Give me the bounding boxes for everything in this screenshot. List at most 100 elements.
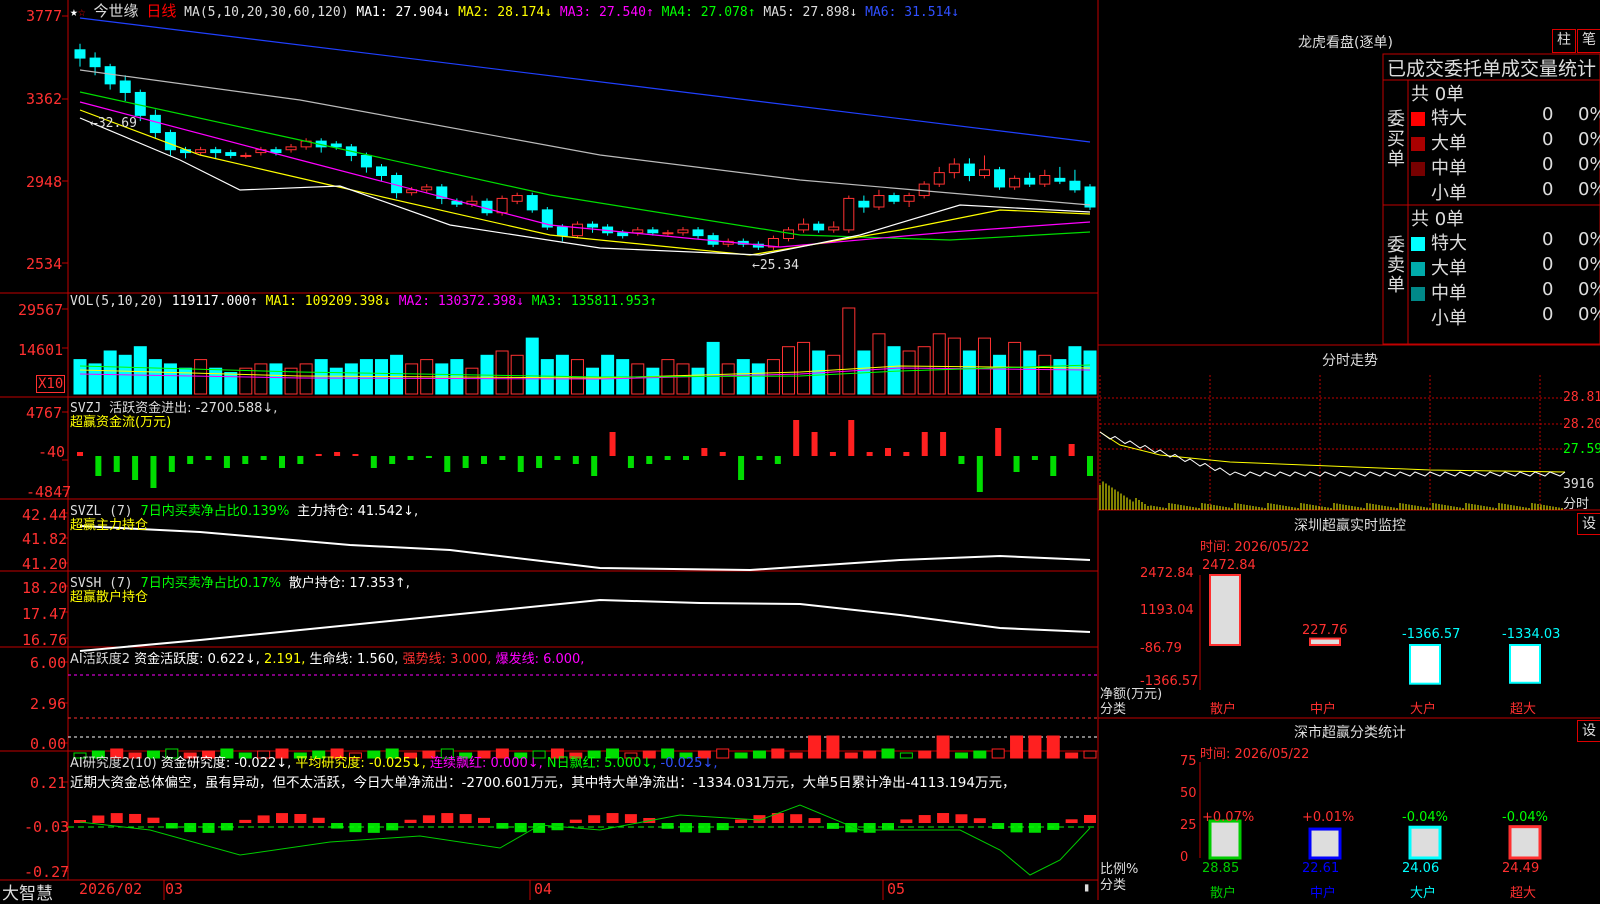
color-swatch-icon (1411, 237, 1425, 251)
research-bar (863, 823, 876, 833)
ma5-line (79, 69, 1091, 206)
sell_rows-row: 特大 (1411, 229, 1467, 255)
flow-bar (132, 456, 139, 480)
row-value: 0 (1542, 254, 1554, 275)
volume-bar (782, 346, 796, 395)
volume-bar (962, 350, 976, 395)
flow-bar (279, 456, 285, 468)
ai2-summary: 近期大资金总体偏空，虽有异动，但不太活跃，今日大单净流出：-2700.601万元… (70, 775, 1016, 791)
volume-bar (797, 341, 811, 395)
ai1-header: AI活跃度2 资金活跃度: 0.622↓, 2.191, 生命线: 1.560,… (70, 648, 584, 667)
volume-bar (540, 359, 554, 395)
flow-bar (756, 456, 763, 460)
volume-bar (1038, 354, 1052, 395)
flow-bar (554, 456, 561, 460)
ma6-value: MA6: 31.514↓ (865, 5, 960, 20)
sz-class-axis-label: 25 (1180, 818, 1197, 833)
color-swatch-icon (1411, 112, 1425, 126)
svzj-axis-top: 4767 (26, 404, 63, 422)
sz-monitor-settings-button[interactable]: 设 (1577, 513, 1600, 535)
flow-bar (885, 448, 891, 456)
row-value: 0 (1542, 104, 1554, 125)
svzl-axis-bot: 41.20 (22, 555, 68, 573)
sz-class-value-label: 22.61 (1302, 861, 1340, 876)
sz-monitor-bar (1409, 644, 1441, 685)
vol-ma1: MA1: 109209.398↓ (265, 294, 391, 309)
sz-class-settings-button[interactable]: 设 (1577, 720, 1600, 742)
stock-name[interactable]: 今世缘 (93, 2, 138, 20)
flow-bar (609, 432, 616, 456)
flow-bar (646, 456, 653, 464)
research-bar (1065, 819, 1078, 823)
intraday-unit: 分时 (1563, 497, 1590, 512)
intraday-axis-mid: 28.20 (1563, 417, 1600, 432)
flow-bar (793, 420, 800, 456)
candle-body (994, 169, 1006, 188)
activity-bar (863, 750, 877, 759)
svsh-line2: 超赢散户持仓 (70, 590, 149, 605)
flow-bar (1013, 456, 1020, 472)
research-bar (110, 813, 123, 823)
research-bar (349, 823, 362, 833)
svsh-t2: 散户持仓: 17.353↑, (288, 576, 410, 591)
trade-toggle-button[interactable]: 笔 (1577, 29, 1600, 53)
brand-label[interactable]: 大智慧 (2, 879, 53, 904)
flow-bar (462, 456, 469, 468)
volume-bar (405, 363, 419, 395)
research-bar (257, 815, 270, 823)
ma1-value: MA1: 27.904↓ (356, 5, 451, 20)
flow-bar (940, 432, 947, 456)
sell_rows-row: 小单 (1411, 304, 1467, 330)
candle-body (692, 229, 704, 237)
candle-body (119, 80, 131, 93)
bar-toggle-button[interactable]: 柱 (1552, 29, 1576, 53)
volume-bar (179, 367, 193, 395)
candle-body (662, 232, 674, 235)
flow-bar (370, 456, 377, 468)
candle-body (240, 154, 252, 157)
research-bar (569, 819, 582, 823)
activity-bar (954, 752, 968, 759)
research-bar (202, 823, 215, 833)
volume-bar (751, 363, 765, 395)
volume-bar (706, 341, 720, 395)
candle-body (556, 226, 568, 237)
svzl-t1: 7日内买卖净占比0.139% (140, 504, 290, 519)
price-high-annot: ←32.69 (90, 116, 137, 131)
ma4-line (79, 91, 1091, 241)
flow-bar (499, 456, 506, 460)
flow-bar (223, 456, 230, 468)
row-percent: 0% (1578, 104, 1600, 125)
research-bar (808, 818, 821, 823)
sz-monitor-axis-label: -86.79 (1140, 641, 1182, 656)
candle-body (828, 226, 840, 231)
activity-bar (826, 735, 840, 759)
research-bar (331, 823, 344, 829)
activity-bar (716, 748, 730, 759)
lock-icon[interactable]: ▮ (1083, 880, 1090, 894)
buy-total: 共 0单 (1411, 84, 1465, 105)
flow-bar (352, 454, 359, 456)
volume-bar (525, 337, 539, 395)
sz-monitor-cat-label: 分类 (1100, 702, 1127, 717)
ai2-axis-top: 0.21 (30, 774, 67, 792)
candle-body (933, 172, 945, 185)
price-low-annot: ←25.34 (752, 258, 799, 273)
research-bar (478, 817, 490, 823)
ai1-axis-top: 6.00 (30, 654, 67, 672)
flow-bar (1050, 456, 1057, 476)
period-label[interactable]: 日线 (146, 2, 176, 20)
vol-value: 119117.000↑ (171, 294, 258, 309)
candle-body (587, 223, 599, 228)
flow-bar (517, 456, 524, 472)
sz-class-cat-label: 分类 (1100, 878, 1127, 893)
svzj-line2: 超赢资金流(万元) (70, 415, 172, 430)
candle-body (421, 186, 433, 191)
volume-bar (586, 367, 600, 395)
sz-class-value-label: 24.06 (1402, 861, 1440, 876)
volume-bar (88, 363, 102, 395)
sz-class-bar (1308, 827, 1342, 860)
activity-bar (734, 752, 748, 759)
research-bar (624, 814, 637, 823)
flow-bar (168, 456, 175, 472)
